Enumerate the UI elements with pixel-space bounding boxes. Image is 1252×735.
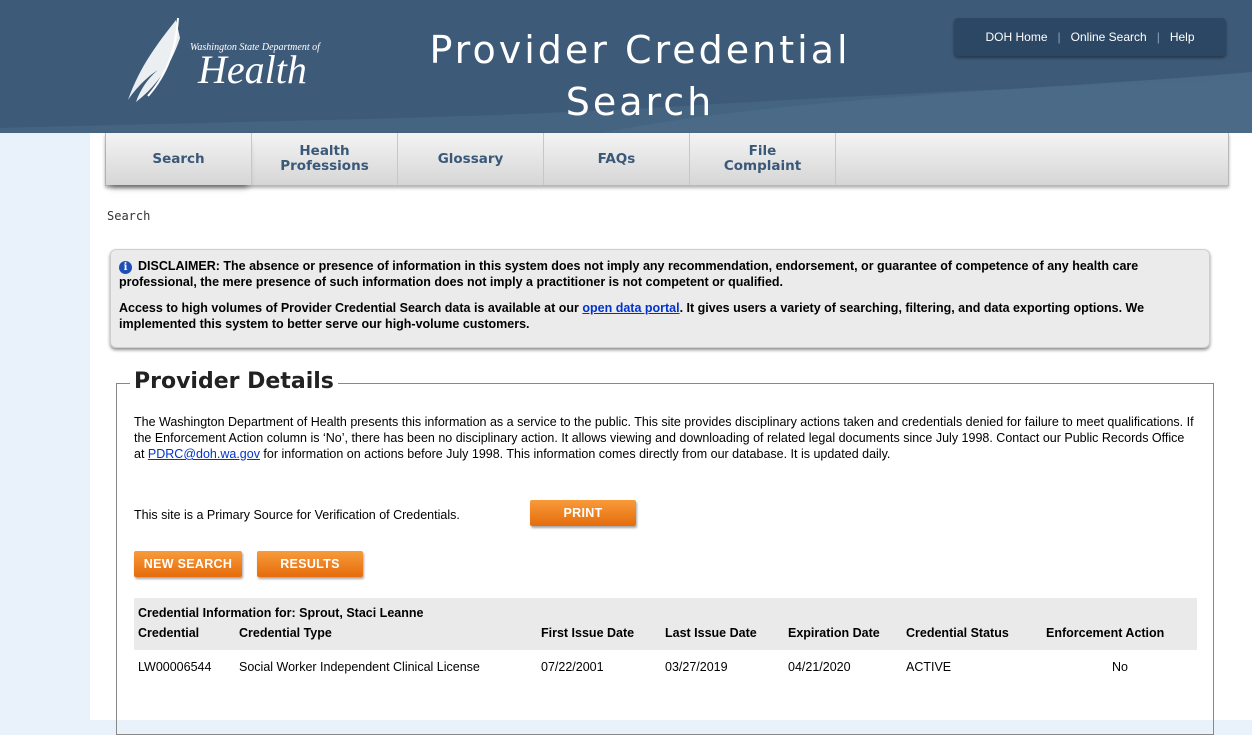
cell-enforcement-action: No [1112,660,1128,674]
col-credential-status: Credential Status [906,626,1009,640]
print-button[interactable]: PRINT [530,500,636,526]
col-first-issue-date: First Issue Date [541,626,635,640]
col-last-issue-date: Last Issue Date [665,626,757,640]
breadcrumb: Search [107,209,151,223]
disclaimer-box: i DISCLAIMER: The absence or presence of … [110,249,1210,348]
col-credential: Credential [138,626,200,640]
site-header: Washington State Department of Health Pr… [0,0,1252,133]
col-enforcement-action: Enforcement Action [1046,626,1165,640]
credential-caption: Credential Information for: Sprout, Stac… [138,606,424,620]
main-nav-tabs: Search Health Professions Glossary FAQs F… [105,133,1229,186]
nav-separator: | [1057,30,1061,44]
page-title-line2: Search [565,80,715,124]
online-search-link[interactable]: Online Search [1071,30,1147,44]
page-title: Provider Credential Search [380,24,900,128]
cell-credential-status: ACTIVE [906,660,952,674]
provider-details-heading: Provider Details [130,369,338,394]
nav-separator: | [1156,30,1160,44]
tab-health-professions[interactable]: Health Professions [252,133,398,185]
column-headers: Credential Credential Type First Issue D… [134,626,1197,642]
col-expiration-date: Expiration Date [788,626,880,640]
tab-faqs[interactable]: FAQs [544,133,690,185]
provider-details-intro: The Washington Department of Health pres… [134,414,1196,462]
new-search-button[interactable]: NEW SEARCH [134,551,242,577]
pdrc-email-link[interactable]: PDRC@doh.wa.gov [148,447,260,461]
help-link[interactable]: Help [1170,30,1195,44]
col-credential-type: Credential Type [239,626,332,640]
open-data-text: Access to high volumes of Provider Crede… [119,300,1201,332]
logo-title: Health [198,47,307,92]
open-data-text-before: Access to high volumes of Provider Crede… [119,301,583,315]
tab-file-complaint-label: File Complaint [723,143,802,174]
utility-nav: DOH Home | Online Search | Help [954,18,1226,56]
cell-last-issue-date: 03/27/2019 [665,660,728,674]
doh-home-link[interactable]: DOH Home [986,30,1048,44]
credential-table: Credential Information for: Sprout, Stac… [134,598,1197,674]
cell-first-issue-date: 07/22/2001 [541,660,604,674]
doh-logo[interactable]: Washington State Department of Health [118,18,348,108]
info-icon: i [119,261,132,274]
tab-file-complaint[interactable]: File Complaint [690,133,836,185]
results-button[interactable]: RESULTS [257,551,363,577]
leaf-logo-icon [128,18,180,102]
intro-text-after: for information on actions before July 1… [259,447,891,461]
cell-credential: LW00006544 [138,660,212,674]
cell-credential-type: Social Worker Independent Clinical Licen… [239,660,480,674]
tab-search[interactable]: Search [106,133,252,185]
tab-health-professions-label: Health Professions [280,143,369,174]
disclaimer-p1: DISCLAIMER: The absence or presence of i… [119,259,1139,289]
page-title-line1: Provider Credential [429,28,851,72]
table-row: LW00006544 Social Worker Independent Cli… [134,660,1197,676]
tab-glossary[interactable]: Glossary [398,133,544,185]
credential-table-header: Credential Information for: Sprout, Stac… [134,598,1197,650]
disclaimer-text: i DISCLAIMER: The absence or presence of … [119,258,1201,290]
open-data-portal-link[interactable]: open data portal [582,301,679,315]
primary-source-text: This site is a Primary Source for Verifi… [134,508,460,522]
cell-expiration-date: 04/21/2020 [788,660,851,674]
